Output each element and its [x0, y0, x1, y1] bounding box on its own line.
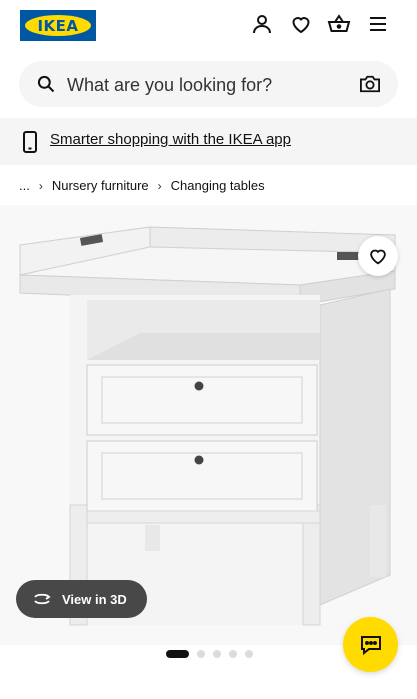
user-icon[interactable] — [250, 12, 274, 36]
gallery-dot[interactable] — [213, 650, 221, 658]
heart-icon[interactable] — [289, 12, 313, 36]
changing-table-illustration — [19, 226, 396, 626]
chat-button[interactable] — [343, 617, 398, 672]
breadcrumb: ... › Nursery furniture › Changing table… — [19, 178, 265, 193]
breadcrumb-ellipsis[interactable]: ... — [19, 178, 30, 193]
view-in-3d-label: View in 3D — [62, 591, 127, 607]
search-icon — [37, 75, 55, 93]
top-header: IKEA — [0, 0, 417, 52]
logo-text: IKEA — [25, 15, 91, 36]
gallery-dot-active[interactable] — [166, 650, 189, 658]
chat-bubble-icon — [360, 635, 381, 655]
gallery-dot[interactable] — [197, 650, 205, 658]
chevron-right-icon: › — [38, 178, 43, 193]
view-in-3d-button[interactable]: View in 3D — [16, 580, 147, 618]
search-bar[interactable] — [19, 61, 398, 107]
chevron-right-icon: › — [157, 178, 162, 193]
menu-icon[interactable] — [366, 12, 390, 36]
add-to-favourites-button[interactable] — [358, 236, 398, 276]
rotate-3d-icon — [34, 593, 51, 605]
app-banner-link[interactable]: Smarter shopping with the IKEA app — [50, 131, 291, 148]
product-image[interactable] — [0, 205, 417, 645]
gallery-dot[interactable] — [245, 650, 253, 658]
heart-icon — [370, 249, 386, 265]
breadcrumb-item-changing-tables[interactable]: Changing tables — [171, 178, 265, 193]
camera-search-icon[interactable] — [359, 74, 381, 94]
phone-icon — [23, 131, 37, 153]
gallery-dot[interactable] — [229, 650, 237, 658]
ikea-logo[interactable]: IKEA — [20, 10, 96, 41]
basket-icon[interactable] — [327, 12, 351, 36]
app-banner: Smarter shopping with the IKEA app — [0, 118, 417, 165]
search-input[interactable] — [65, 69, 349, 101]
breadcrumb-item-nursery-furniture[interactable]: Nursery furniture — [52, 178, 149, 193]
gallery-pagination — [166, 650, 261, 658]
